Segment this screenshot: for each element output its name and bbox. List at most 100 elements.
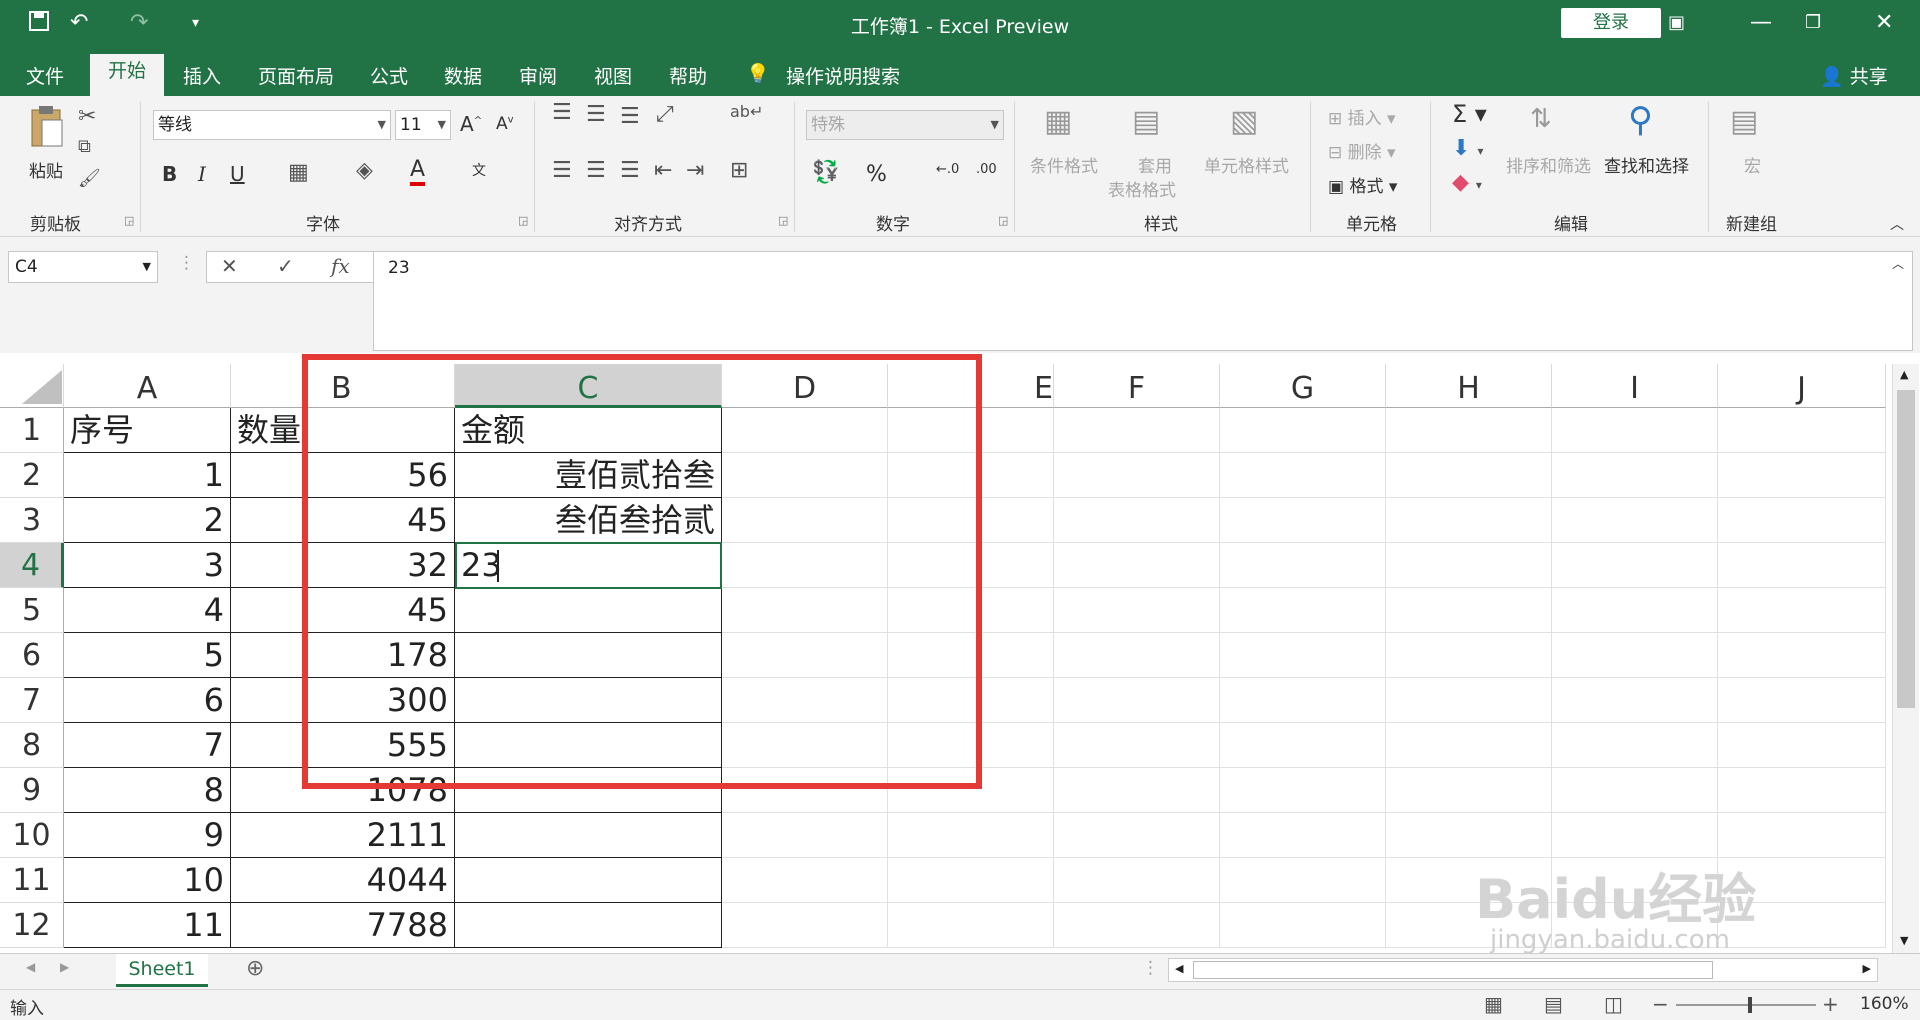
cell-styles-button[interactable]: 单元格样式 bbox=[1204, 152, 1289, 177]
empty-cell[interactable] bbox=[1054, 903, 1220, 948]
format-as-table-label1[interactable]: 套用 bbox=[1138, 152, 1172, 177]
empty-cell[interactable] bbox=[1054, 678, 1220, 723]
percent-style-button[interactable]: % bbox=[866, 162, 887, 187]
cell-a3[interactable]: 2 bbox=[64, 498, 231, 543]
column-header-i[interactable]: I bbox=[1552, 364, 1718, 408]
share-button[interactable]: 👤 共享 bbox=[1820, 62, 1888, 89]
cell-a1[interactable]: 序号 bbox=[64, 408, 231, 453]
empty-cell[interactable] bbox=[1054, 723, 1220, 768]
horizontal-scroll-thumb[interactable] bbox=[1193, 961, 1713, 979]
collapse-ribbon-icon[interactable]: ︿ bbox=[1890, 214, 1904, 234]
find-select-button[interactable]: 查找和选择 bbox=[1604, 152, 1689, 177]
merge-center-icon[interactable]: ⊞ bbox=[730, 158, 748, 183]
align-bottom-icon[interactable]: ☰ bbox=[620, 104, 640, 129]
horizontal-scrollbar[interactable]: ◀ ▶ bbox=[1168, 958, 1878, 982]
cell-a5[interactable]: 4 bbox=[64, 588, 231, 633]
formula-input[interactable]: 23 bbox=[373, 251, 1913, 351]
empty-cell[interactable] bbox=[1386, 768, 1552, 813]
cancel-entry-icon[interactable]: ✕ bbox=[221, 254, 238, 278]
empty-cell[interactable] bbox=[1386, 408, 1552, 453]
empty-cell[interactable] bbox=[1552, 453, 1718, 498]
insert-cells-button[interactable]: ⊞ 插入 ▾ bbox=[1328, 104, 1396, 129]
accounting-format-icon[interactable]: 💱 bbox=[812, 160, 839, 185]
sheet-tab-sheet1[interactable]: Sheet1 bbox=[116, 954, 208, 987]
empty-cell[interactable] bbox=[1220, 903, 1386, 948]
cell-a10[interactable]: 9 bbox=[64, 813, 231, 858]
empty-cell[interactable] bbox=[1054, 768, 1220, 813]
empty-cell[interactable] bbox=[1220, 408, 1386, 453]
font-size-select[interactable]: 11 ▼ bbox=[395, 110, 451, 140]
select-all-corner[interactable] bbox=[0, 364, 64, 408]
format-as-table-icon[interactable]: ▤ bbox=[1132, 104, 1160, 139]
empty-cell[interactable] bbox=[1220, 633, 1386, 678]
vertical-scrollbar[interactable]: ▲ ▼ bbox=[1892, 364, 1919, 953]
border-icon[interactable]: ▦ bbox=[288, 160, 309, 185]
row-header-6[interactable]: 6 bbox=[0, 633, 64, 678]
cell-b11[interactable]: 4044 bbox=[231, 858, 455, 903]
clear-icon[interactable]: ◆ ▾ bbox=[1452, 170, 1482, 195]
formula-bar-more-icon[interactable]: ⋮ bbox=[178, 253, 195, 273]
empty-cell[interactable] bbox=[1054, 453, 1220, 498]
row-header-2[interactable]: 2 bbox=[0, 453, 64, 498]
empty-cell[interactable] bbox=[1718, 453, 1886, 498]
empty-cell[interactable] bbox=[1552, 768, 1718, 813]
empty-cell[interactable] bbox=[1386, 498, 1552, 543]
minimize-icon[interactable]: — bbox=[1750, 10, 1772, 36]
cell-a9[interactable]: 8 bbox=[64, 768, 231, 813]
font-name-select[interactable]: 等线 ▼ bbox=[153, 110, 391, 140]
cell-a2[interactable]: 1 bbox=[64, 453, 231, 498]
find-select-icon[interactable]: ⚲ bbox=[1628, 100, 1653, 140]
empty-cell[interactable] bbox=[1054, 588, 1220, 633]
phonetic-icon[interactable]: 文 bbox=[472, 160, 486, 180]
empty-cell[interactable] bbox=[1054, 408, 1220, 453]
empty-cell[interactable] bbox=[1718, 813, 1886, 858]
empty-cell[interactable] bbox=[1054, 858, 1220, 903]
tab-insert[interactable]: 插入 bbox=[183, 62, 221, 89]
normal-view-icon[interactable]: ▦ bbox=[1484, 992, 1503, 1016]
empty-cell[interactable] bbox=[888, 858, 1054, 903]
increase-indent-icon[interactable]: ⇥ bbox=[686, 158, 704, 183]
empty-cell[interactable] bbox=[1054, 633, 1220, 678]
row-header-8[interactable]: 8 bbox=[0, 723, 64, 768]
orientation-icon[interactable]: ⤢ bbox=[656, 102, 674, 127]
tab-view[interactable]: 视图 bbox=[594, 62, 632, 89]
empty-cell[interactable] bbox=[1220, 543, 1386, 588]
empty-cell[interactable] bbox=[1718, 723, 1886, 768]
restore-icon[interactable]: ❐ bbox=[1805, 10, 1821, 36]
copy-icon[interactable]: ⧉ bbox=[78, 136, 91, 157]
align-middle-icon[interactable]: ☰ bbox=[586, 102, 606, 127]
cell-c12[interactable] bbox=[455, 903, 722, 948]
empty-cell[interactable] bbox=[1552, 588, 1718, 633]
enter-icon[interactable]: ✓ bbox=[277, 254, 294, 278]
empty-cell[interactable] bbox=[1220, 453, 1386, 498]
name-box[interactable]: C4 ▼ bbox=[8, 251, 158, 283]
conditional-format-icon[interactable]: ▦ bbox=[1044, 104, 1072, 139]
sort-filter-button[interactable]: 排序和筛选 bbox=[1506, 152, 1591, 177]
format-as-table-label2[interactable]: 表格格式 bbox=[1108, 176, 1176, 201]
empty-cell[interactable] bbox=[1054, 498, 1220, 543]
macro-icon[interactable]: ▤ bbox=[1730, 104, 1758, 139]
empty-cell[interactable] bbox=[1552, 723, 1718, 768]
zoom-out-icon[interactable]: − bbox=[1652, 992, 1669, 1016]
empty-cell[interactable] bbox=[1718, 498, 1886, 543]
empty-cell[interactable] bbox=[1718, 408, 1886, 453]
empty-cell[interactable] bbox=[1386, 678, 1552, 723]
insert-function-icon[interactable]: fx bbox=[331, 254, 350, 278]
empty-cell[interactable] bbox=[1386, 723, 1552, 768]
row-header-12[interactable]: 12 bbox=[0, 903, 64, 948]
scroll-left-icon[interactable]: ◀ bbox=[1175, 962, 1183, 975]
row-header-10[interactable]: 10 bbox=[0, 813, 64, 858]
font-launcher-icon[interactable]: ◲ bbox=[518, 214, 528, 227]
underline-button[interactable]: U bbox=[230, 162, 245, 186]
empty-cell[interactable] bbox=[1220, 813, 1386, 858]
tab-page-layout[interactable]: 页面布局 bbox=[258, 62, 334, 89]
row-header-3[interactable]: 3 bbox=[0, 498, 64, 543]
cut-icon[interactable]: ✂ bbox=[78, 104, 96, 129]
add-sheet-icon[interactable]: ⊕ bbox=[246, 956, 264, 981]
autosum-icon[interactable]: Σ ▾ bbox=[1452, 100, 1487, 128]
lightbulb-icon[interactable]: 💡 bbox=[746, 62, 770, 85]
empty-cell[interactable] bbox=[1718, 543, 1886, 588]
empty-cell[interactable] bbox=[1386, 543, 1552, 588]
cell-b10[interactable]: 2111 bbox=[231, 813, 455, 858]
next-sheet-icon[interactable]: ▶ bbox=[60, 960, 69, 974]
